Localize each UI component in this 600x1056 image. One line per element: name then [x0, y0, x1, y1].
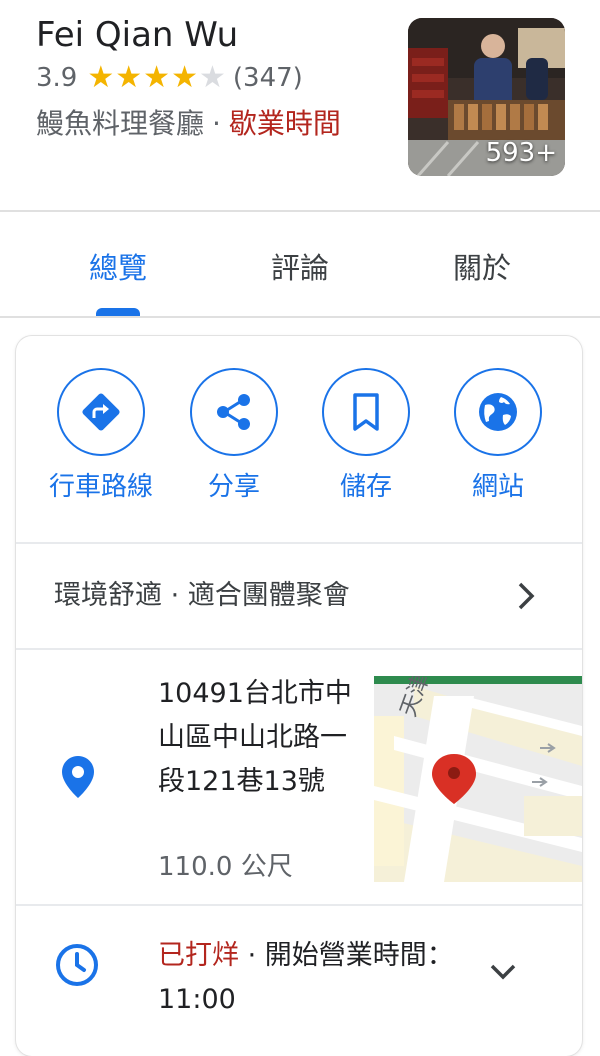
category-line: 鰻魚料理餐廳 · 歇業時間 — [36, 102, 366, 146]
save-circle — [322, 368, 410, 456]
place-photo[interactable]: 593+ — [408, 18, 565, 176]
star-icon: ★ — [87, 60, 115, 95]
separator: · — [212, 107, 221, 140]
directions-label: 行車路線 — [48, 472, 153, 502]
star-icon: ★ — [171, 60, 198, 95]
star-icon: ★ — [115, 60, 143, 95]
save-button[interactable]: 儲存 — [306, 368, 426, 504]
closed-label: 已打烊 — [158, 940, 239, 971]
share-label: 分享 — [207, 472, 260, 502]
map-preview: 天津街 — [374, 676, 582, 882]
directions-circle — [57, 368, 145, 456]
directions-button[interactable]: 行車路線 — [41, 368, 161, 504]
star-empty-icon: ★ — [198, 60, 226, 95]
tab-reviews[interactable]: 評論 — [222, 244, 378, 292]
hours-status[interactable]: 歇業時間 — [229, 107, 341, 140]
tab-overview[interactable]: 總覽 — [40, 244, 196, 292]
share-circle — [190, 368, 278, 456]
clock-icon — [54, 942, 100, 992]
website-label: 網站 — [471, 472, 524, 502]
tab-about[interactable]: 關於 — [404, 244, 560, 292]
summary-row[interactable]: 環境舒適 · 適合團體聚會 — [16, 544, 582, 648]
tabs-divider — [0, 316, 600, 318]
distance: 110.0 公尺 — [158, 852, 293, 882]
hours-separator: · — [239, 940, 265, 971]
photo-count: 593+ — [485, 138, 557, 168]
review-count: (347) — [232, 63, 303, 93]
website-circle — [454, 368, 542, 456]
summary-text: 環境舒適 · 適合團體聚會 — [54, 580, 350, 611]
directions-icon — [82, 393, 120, 431]
share-icon — [217, 394, 250, 430]
address-row[interactable]: 10491台北市中山區中山北路一段121巷13號 110.0 公尺 天津街 — [16, 650, 582, 904]
hours-row[interactable]: 已打烊 · 開始營業時間：11:00 — [16, 906, 582, 1024]
star-icon: ★ — [143, 60, 171, 95]
star-rating: ★ ★ ★ ★ ★ — [87, 63, 227, 93]
rating-row[interactable]: 3.9 ★ ★ ★ ★ ★ (347) — [36, 60, 303, 96]
website-button[interactable]: 網站 — [438, 368, 558, 504]
category: 鰻魚料理餐廳 — [36, 107, 205, 140]
header-divider — [0, 210, 600, 212]
chevron-right-icon — [514, 578, 538, 618]
address-text: 10491台北市中山區中山北路一段121巷13號 — [158, 678, 352, 797]
globe-icon — [479, 393, 517, 431]
place-name: Fei Qian Wu — [36, 15, 239, 55]
bookmark-icon — [353, 393, 379, 431]
map-thumbnail[interactable]: 天津街 — [374, 676, 582, 882]
hours-text: 已打烊 · 開始營業時間：11:00 — [158, 934, 468, 1022]
save-label: 儲存 — [339, 472, 392, 502]
chevron-down-icon[interactable] — [488, 962, 518, 986]
rating-value: 3.9 — [36, 63, 78, 93]
location-pin-icon — [60, 754, 96, 804]
share-button[interactable]: 分享 — [174, 368, 294, 504]
